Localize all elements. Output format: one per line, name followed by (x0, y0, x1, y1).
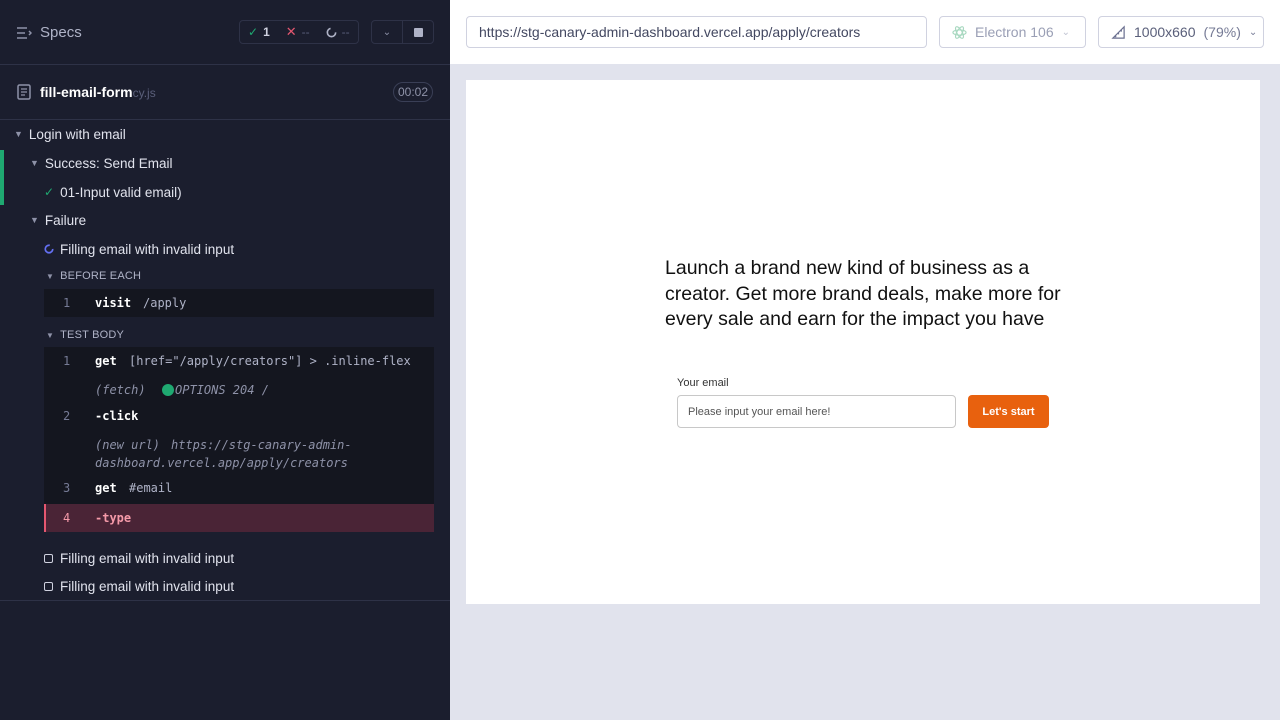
collapse-button[interactable]: ⌄ (371, 20, 403, 44)
chevron-down-icon: ▼ (14, 129, 23, 139)
new-url-line1: https://stg-canary-admin- (171, 438, 352, 452)
pending-square-icon (44, 553, 53, 563)
command-number: 1 (63, 296, 71, 310)
command-number: 4 (63, 511, 71, 525)
hook-test-body[interactable]: ▼ TEST BODY (46, 329, 124, 341)
aut-iframe: Launch a brand new kind of business as a… (466, 80, 1260, 604)
chevron-down-icon: ▼ (46, 331, 55, 340)
list-icon (17, 26, 32, 39)
test-title: Filling email with invalid input (60, 550, 235, 566)
spec-file-name[interactable]: fill-email-formcy.js (40, 84, 156, 100)
new-url-line2: dashboard.vercel.app/apply/creators (95, 456, 348, 470)
specs-label: Specs (40, 24, 82, 41)
command-name[interactable]: -click (95, 409, 138, 423)
command-log-panel: Specs ✓ 1 ✕ -- -- ⌄ fill-email-formcy.js (0, 0, 450, 720)
pending-icon (326, 27, 337, 37)
fetch-message[interactable]: OPTIONS 204 / (175, 381, 269, 399)
suite-failure[interactable]: ▼ Failure (30, 208, 86, 232)
chevron-down-icon: ⌄ (1248, 26, 1258, 38)
test-running[interactable]: Filling email with invalid input (44, 237, 234, 261)
electron-icon (952, 25, 967, 39)
running-icon (44, 244, 54, 254)
email-label: Your email (677, 377, 729, 389)
test-title: 01-Input valid email) (60, 184, 182, 200)
url-bar[interactable]: https://stg-canary-admin-dashboard.verce… (466, 16, 927, 48)
test-passed[interactable]: ✓ 01-Input valid email) (44, 180, 182, 204)
spec-name: fill-email-form (40, 84, 133, 100)
document-icon (17, 84, 31, 100)
viewport-scale: (79%) (1203, 24, 1241, 40)
chevron-down-icon: ▼ (30, 215, 39, 225)
command-message: #email (129, 481, 173, 495)
command-visit[interactable]: 1 visit /apply (44, 289, 434, 317)
test-title: Filling email with invalid input (60, 241, 235, 257)
browser-selector[interactable]: Electron 106 ⌄ (939, 16, 1086, 48)
passed-indicator (0, 150, 4, 205)
specs-header: Specs ✓ 1 ✕ -- -- ⌄ (0, 0, 450, 65)
stop-button[interactable] (402, 20, 434, 44)
browser-name: Electron 106 (975, 24, 1054, 40)
test-title: Filling email with invalid input (60, 578, 235, 594)
chevron-down-icon: ⌄ (1061, 26, 1070, 38)
chevron-down-icon: ▼ (46, 272, 55, 281)
command-number: 2 (63, 409, 71, 423)
viewport-selector[interactable]: 1000x660 (79%) ⌄ (1098, 16, 1264, 48)
hero-heading: Launch a brand new kind of business as a… (665, 257, 1061, 330)
chevron-down-icon: ⌄ (382, 26, 392, 38)
divider (0, 600, 450, 601)
specs-toggle[interactable]: Specs (16, 24, 82, 41)
status-dot-icon (162, 384, 174, 396)
command-number: 3 (63, 481, 71, 495)
test-body-commands: 1 get [href="/apply/creators"] > .inline… (44, 347, 434, 504)
pending-stat: -- (318, 25, 358, 39)
stop-icon (413, 27, 423, 37)
command-name[interactable]: get (95, 354, 117, 368)
spec-ext: cy.js (132, 86, 156, 100)
spec-file-header: fill-email-formcy.js 00:02 (0, 66, 450, 120)
hook-title: TEST BODY (60, 329, 125, 341)
suite-title: Failure (44, 212, 87, 228)
test-pending-2[interactable]: Filling email with invalid input (44, 574, 234, 598)
preview-toolbar: https://stg-canary-admin-dashboard.verce… (450, 0, 1280, 64)
duration-badge: 00:02 (393, 82, 433, 102)
command-name: visit (95, 296, 132, 310)
fetch-label: (fetch) (95, 383, 146, 397)
suite-title: Login with email (28, 126, 126, 142)
ruler-icon (1111, 24, 1125, 39)
pending-square-icon (44, 581, 53, 591)
suite-title: Success: Send Email (44, 155, 173, 171)
command-name[interactable]: get (95, 481, 117, 495)
lets-start-button[interactable]: Let's start (968, 395, 1049, 428)
command-type-failed[interactable]: 4 -type (44, 504, 434, 532)
command-message: [href="/apply/creators"] > .inline-flex (129, 354, 411, 368)
pending-count: -- (341, 25, 350, 39)
command-message: /apply (143, 296, 187, 310)
failed-count: -- (301, 25, 310, 39)
command-number: 1 (63, 354, 71, 368)
app-preview-panel: https://stg-canary-admin-dashboard.verce… (450, 0, 1280, 720)
hook-before-each[interactable]: ▼ BEFORE EACH (46, 270, 141, 282)
suite-login[interactable]: ▼ Login with email (14, 122, 126, 146)
failed-stat: ✕ -- (278, 24, 318, 40)
viewport-size: 1000x660 (1134, 24, 1196, 40)
check-icon: ✓ (44, 185, 55, 199)
email-input[interactable] (677, 395, 956, 428)
hook-title: BEFORE EACH (60, 270, 142, 282)
new-url-label: (new url) (95, 438, 161, 452)
chevron-down-icon: ▼ (30, 158, 39, 168)
passed-count: 1 (263, 25, 270, 39)
x-icon: ✕ (285, 24, 297, 39)
command-name: -type (95, 511, 132, 525)
suite-success[interactable]: ▼ Success: Send Email (30, 151, 172, 175)
test-stats: ✓ 1 ✕ -- -- (239, 20, 359, 44)
test-pending-1[interactable]: Filling email with invalid input (44, 546, 234, 570)
passed-stat: ✓ 1 (240, 25, 278, 39)
check-icon: ✓ (248, 25, 259, 39)
